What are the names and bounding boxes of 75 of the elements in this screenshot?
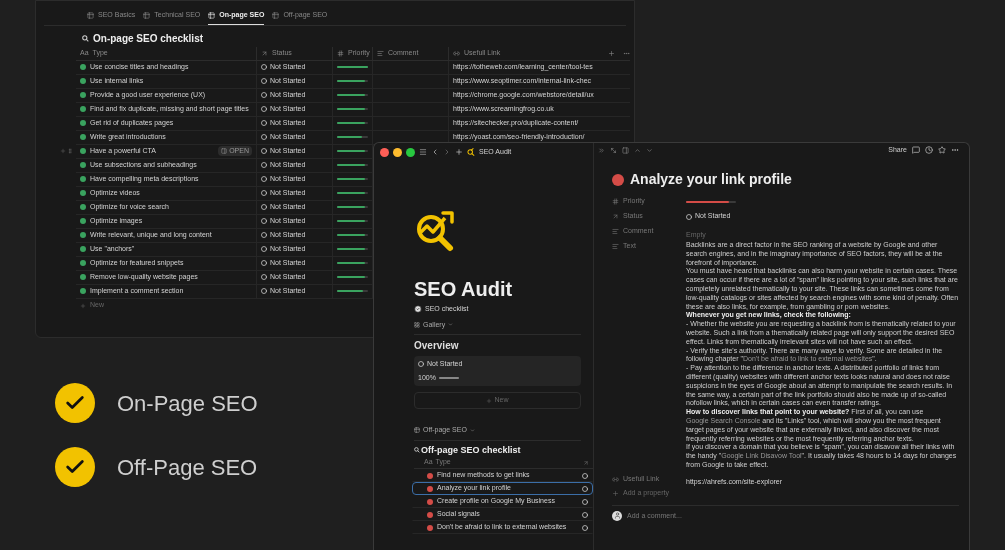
- add-icon[interactable]: [608, 49, 615, 57]
- menu-icon[interactable]: [419, 148, 427, 156]
- status-circle-icon: [261, 190, 267, 196]
- status-circle-icon: [582, 472, 588, 479]
- table-icon: [87, 11, 94, 19]
- status-circle-icon: [582, 485, 588, 492]
- table-icon: [143, 11, 151, 19]
- down-icon[interactable]: [646, 146, 653, 154]
- avatar-icon: [612, 510, 622, 521]
- status-circle-icon: [261, 106, 267, 112]
- database-title: On-page SEO checklist: [93, 31, 204, 46]
- status-circle-icon: [261, 260, 267, 266]
- arrow-icon: [583, 459, 589, 466]
- status-circle-icon: [261, 246, 267, 252]
- database-title: Off-page SEO checklist: [421, 443, 521, 457]
- column-icon: [453, 49, 460, 57]
- status-circle-icon: [582, 498, 588, 505]
- table-icon: [414, 427, 420, 434]
- status-circle-icon: [261, 120, 267, 126]
- status-circle-icon: [261, 288, 267, 294]
- search-icon: [82, 34, 89, 42]
- status-circle-icon: [418, 361, 424, 368]
- status-circle-icon: [261, 162, 267, 168]
- search-icon: [414, 447, 420, 454]
- column-icon: [261, 49, 268, 57]
- property-icon: [612, 228, 619, 235]
- property-icon: [612, 475, 619, 483]
- panel-icon: [221, 148, 228, 154]
- add-icon[interactable]: [455, 148, 463, 156]
- forward-icon[interactable]: [443, 148, 451, 156]
- page-title: Analyze your link profile: [630, 170, 792, 189]
- drag-handle-icon[interactable]: [67, 148, 73, 154]
- status-circle-icon: [261, 148, 267, 154]
- more-icon[interactable]: [951, 146, 959, 154]
- star-icon[interactable]: [938, 146, 946, 154]
- status-circle-icon: [261, 176, 267, 182]
- clock-icon[interactable]: [925, 146, 933, 154]
- column-icon: [337, 49, 344, 57]
- close-button[interactable]: [380, 147, 389, 157]
- check-circle-icon: [414, 305, 422, 314]
- property-icon: [612, 213, 619, 220]
- maximize-button[interactable]: [406, 147, 415, 157]
- status-circle-icon: [261, 274, 267, 280]
- back-icon[interactable]: [431, 148, 439, 156]
- status-circle-icon: [261, 218, 267, 224]
- logo-icon: [467, 148, 475, 156]
- status-circle-icon: [261, 204, 267, 210]
- status-circle-icon: [686, 213, 692, 220]
- minimize-button[interactable]: [393, 147, 402, 157]
- caret-icon: [448, 322, 454, 328]
- up-icon[interactable]: [634, 146, 641, 154]
- status-circle-icon: [261, 134, 267, 140]
- comment-icon[interactable]: [912, 146, 920, 154]
- column-icon: [377, 49, 384, 57]
- caret-icon: [469, 427, 475, 433]
- expand-icon[interactable]: [610, 146, 617, 154]
- page-title: SEO Audit: [414, 277, 514, 301]
- collapse-icon[interactable]: [598, 146, 605, 154]
- status-circle-icon: [261, 92, 267, 98]
- add-icon[interactable]: [612, 489, 619, 497]
- table-icon: [208, 11, 216, 19]
- feature-label: Off-Page SEO: [117, 453, 258, 482]
- property-icon: [612, 242, 619, 250]
- plus-icon: [486, 397, 493, 404]
- section-heading: Overview: [414, 339, 460, 353]
- status-circle-icon: [582, 511, 588, 518]
- status-circle-icon: [261, 78, 267, 84]
- feature-label: On-Page SEO: [117, 389, 258, 418]
- panel-icon[interactable]: [622, 146, 629, 154]
- table-icon: [272, 11, 280, 19]
- status-circle-icon: [261, 64, 267, 70]
- status-circle-icon: [261, 232, 267, 238]
- status-circle-icon: [582, 524, 588, 531]
- grid-icon: [414, 321, 420, 328]
- property-icon: [612, 198, 619, 205]
